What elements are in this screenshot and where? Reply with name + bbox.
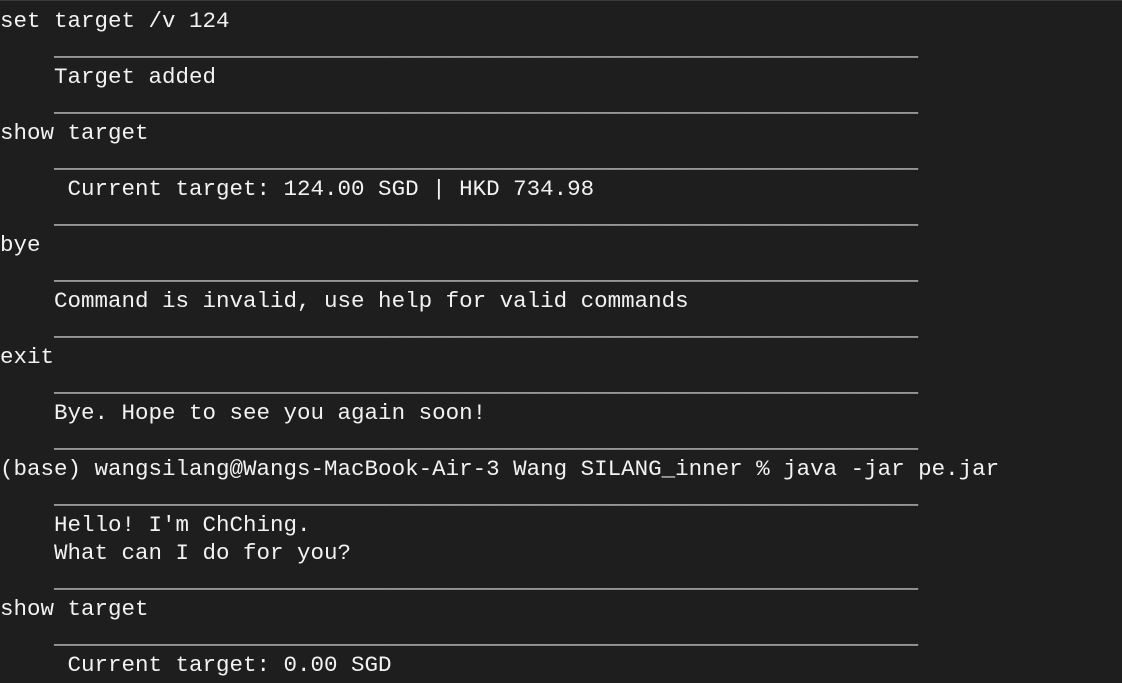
terminal-line: ________________________________________… [0,624,919,650]
terminal-line: Bye. Hope to see you again soon! [0,400,487,426]
terminal-line: ________________________________________… [0,372,919,398]
terminal-line: Target added [0,64,217,90]
terminal-line: Current target: 124.00 SGD | HKD 734.98 [0,176,595,202]
terminal-line: Hello! I'm ChChing. [0,512,311,538]
terminal-line: ________________________________________… [0,568,919,594]
terminal-line: (base) wangsilang@Wangs-MacBook-Air-3 Wa… [0,456,1000,482]
terminal-line: show target [0,120,149,146]
terminal-line: ________________________________________… [0,428,919,454]
terminal-line: Command is invalid, use help for valid c… [0,288,689,314]
terminal-line: What can I do for you? [0,540,352,566]
terminal-line: exit [0,344,55,370]
terminal-line: ________________________________________… [0,204,919,230]
terminal-line: Current target: 0.00 SGD [0,652,392,678]
terminal-line: ________________________________________… [0,316,919,342]
terminal-output[interactable]: set target /v 124 ______________________… [0,1,1122,683]
terminal-line: ________________________________________… [0,148,919,174]
terminal-line: bye [0,232,41,258]
terminal-line: ________________________________________… [0,260,919,286]
terminal-line: show target [0,596,149,622]
terminal-line: set target /v 124 [0,8,230,34]
terminal-line: ________________________________________… [0,36,919,62]
terminal-line: ________________________________________… [0,92,919,118]
terminal-line: ________________________________________… [0,484,919,510]
